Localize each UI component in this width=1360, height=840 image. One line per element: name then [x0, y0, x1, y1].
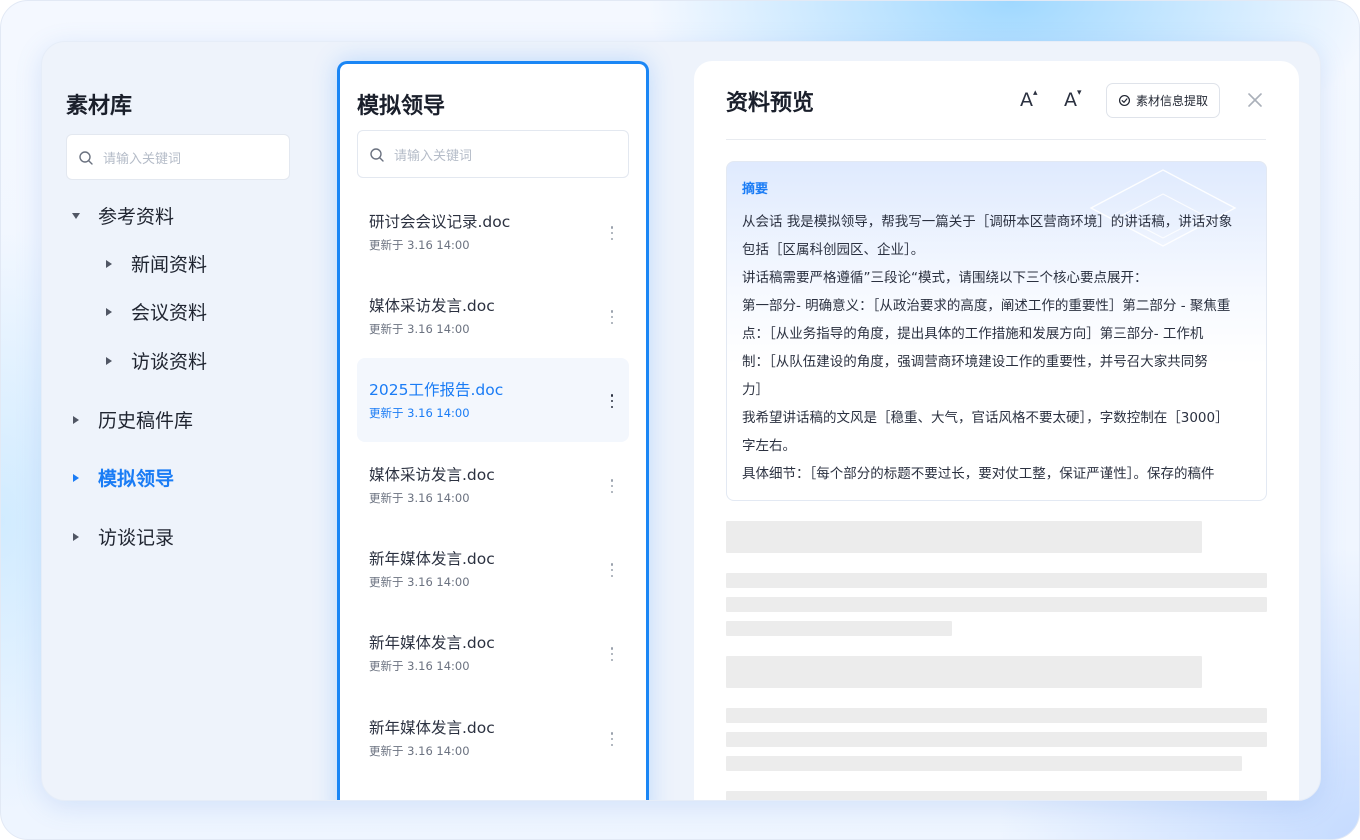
document-list-panel: 模拟领导 请输入关键词 研讨会会议记录.doc 更新于 3.16 14:00 媒… [337, 61, 649, 800]
search-placeholder: 请输入关键词 [394, 148, 473, 164]
tree-item-interview-material[interactable]: 访谈资料 [105, 347, 207, 374]
sidebar-title: 素材库 [66, 94, 133, 119]
tree-item-simulated-leader[interactable]: 模拟领导 [72, 464, 174, 491]
document-name: 新年媒体发言.doc [369, 550, 495, 568]
extract-button-label: 素材信息提取 [1135, 94, 1208, 108]
tree-item-label: 新闻资料 [131, 254, 208, 276]
document-updated-time: 更新于 3.16 14:00 [369, 322, 470, 336]
summary-line: 我希望讲话稿的文风是［稳重、大气，官话风格不要太硬］，字数控制在［3000］ [742, 410, 1229, 426]
document-name: 媒体采访发言.doc [369, 297, 495, 315]
document-name: 媒体采访发言.doc [369, 466, 495, 484]
document-item[interactable]: 研讨会会议记录.doc 更新于 3.16 14:00 [357, 190, 629, 274]
more-vertical-icon[interactable] [609, 226, 615, 240]
more-vertical-icon[interactable] [609, 563, 615, 577]
summary-line: 从会话 我是模拟领导，帮我写一篇关于［调研本区营商环境］的讲话稿，讲话对象 [742, 214, 1233, 230]
material-library-sidebar: 素材库 请输入关键词 参考资料 新闻资料 会议资料 访谈资料 历史稿件库 模拟领… [42, 42, 338, 800]
document-updated-time: 更新于 3.16 14:00 [369, 491, 470, 505]
tree-item-meeting[interactable]: 会议资料 [105, 298, 207, 325]
document-name: 新年媒体发言.doc [369, 719, 495, 737]
list-title: 模拟领导 [357, 94, 446, 119]
document-name: 研讨会会议记录.doc [369, 213, 511, 231]
preview-title: 资料预览 [726, 91, 815, 116]
search-icon [79, 151, 93, 165]
search-placeholder: 请输入关键词 [103, 151, 182, 167]
skeleton-line [726, 732, 1267, 747]
document-item[interactable]: 新年媒体发言.doc 更新于 3.16 14:00 [357, 696, 629, 780]
skeleton-heading [726, 656, 1202, 688]
document-item[interactable]: 媒体采访发言.doc 更新于 3.16 14:00 [357, 274, 629, 358]
summary-line: 第一部分- 明确意义：［从政治要求的高度，阐述工作的重要性］第二部分 - 聚焦重 [742, 298, 1231, 314]
skeleton-line [726, 597, 1267, 612]
summary-card: 摘要 从会话 我是模拟领导，帮我写一篇关于［调研本区营商环境］的讲话稿，讲话对象… [726, 161, 1267, 501]
sidebar-search-input[interactable]: 请输入关键词 [66, 134, 290, 180]
caret-right-icon [106, 259, 112, 268]
caret-right-icon [73, 415, 79, 424]
summary-text: 从会话 我是模拟领导，帮我写一篇关于［调研本区营商环境］的讲话稿，讲话对象 包括… [742, 208, 1257, 488]
tree-item-label: 访谈资料 [131, 351, 208, 373]
tree-item-label: 参考资料 [98, 206, 175, 228]
font-decrease-icon[interactable]: A▾ [1064, 88, 1082, 111]
caret-right-icon [106, 307, 112, 316]
summary-line: 讲话稿需要严格遵循”三段论“模式，请围绕以下三个核心要点展开： [742, 270, 1148, 286]
more-vertical-icon[interactable] [609, 732, 615, 746]
header-divider [726, 139, 1266, 140]
summary-line: 具体细节：［每个部分的标题不要过长，要对仗工整，保证严谨性］。保存的稿件 [742, 466, 1215, 482]
summary-line: 力］ [742, 382, 769, 398]
extract-info-button[interactable]: 素材信息提取 [1106, 83, 1220, 118]
extract-icon [1118, 94, 1131, 107]
tree-item-label: 历史稿件库 [98, 410, 194, 432]
tree-item-reference[interactable]: 参考资料 [72, 202, 174, 229]
close-icon[interactable] [1246, 91, 1264, 109]
more-vertical-icon[interactable] [609, 647, 615, 661]
summary-line: 包括［区属科创园区、企业］。 [742, 242, 925, 258]
summary-line: 点：［从业务指导的角度，提出具体的工作措施和发展方向］第三部分- 工作机 [742, 326, 1204, 342]
tree-item-history[interactable]: 历史稿件库 [72, 406, 193, 433]
document-updated-time: 更新于 3.16 14:00 [369, 659, 470, 673]
skeleton-line [726, 621, 952, 636]
skeleton-line [726, 791, 1267, 800]
document-name: 2025工作报告.doc [369, 381, 504, 399]
caret-right-icon [106, 356, 112, 365]
search-icon [370, 148, 384, 162]
tree-item-news[interactable]: 新闻资料 [105, 250, 207, 277]
summary-line: 制：［从队伍建设的角度，强调营商环境建设工作的重要性，并号召大家共同努 [742, 354, 1208, 370]
more-vertical-icon[interactable] [609, 310, 615, 324]
document-updated-time: 更新于 3.16 14:00 [369, 744, 470, 758]
font-increase-icon[interactable]: A▴ [1020, 88, 1038, 111]
document-item[interactable]: 新年媒体发言.doc 更新于 3.16 14:00 [357, 527, 629, 611]
summary-line: 字左右。 [742, 438, 796, 454]
caret-right-icon [73, 473, 79, 482]
document-updated-time: 更新于 3.16 14:00 [369, 575, 470, 589]
skeleton-heading [726, 521, 1202, 553]
document-item[interactable]: 媒体采访发言.doc 更新于 3.16 14:00 [357, 443, 629, 527]
skeleton-line [726, 708, 1267, 723]
more-vertical-icon[interactable] [609, 479, 615, 493]
document-name: 新年媒体发言.doc [369, 634, 495, 652]
tree-item-label: 访谈记录 [98, 527, 175, 549]
more-vertical-icon[interactable] [609, 394, 615, 408]
document-item[interactable]: 新年媒体发言.doc 更新于 3.16 14:00 [357, 611, 629, 695]
tree-item-interview-records[interactable]: 访谈记录 [72, 523, 174, 550]
app-background: 素材库 请输入关键词 参考资料 新闻资料 会议资料 访谈资料 历史稿件库 模拟领… [0, 0, 1360, 840]
list-search-input[interactable]: 请输入关键词 [357, 130, 629, 178]
app-window: 素材库 请输入关键词 参考资料 新闻资料 会议资料 访谈资料 历史稿件库 模拟领… [41, 41, 1321, 801]
summary-title: 摘要 [742, 182, 769, 197]
skeleton-line [726, 756, 1242, 771]
tree-item-label: 模拟领导 [98, 468, 175, 490]
caret-down-icon [72, 212, 80, 219]
tree-item-label: 会议资料 [131, 302, 208, 324]
document-updated-time: 更新于 3.16 14:00 [369, 238, 470, 252]
document-item-selected[interactable]: 2025工作报告.doc 更新于 3.16 14:00 [357, 358, 629, 442]
caret-right-icon [73, 532, 79, 541]
document-updated-time: 更新于 3.16 14:00 [369, 406, 470, 420]
preview-panel: 资料预览 A▴ A▾ 素材信息提取 摘要 从会话 我是模拟领导，帮我写一篇关于［… [694, 61, 1299, 800]
skeleton-line [726, 573, 1267, 588]
